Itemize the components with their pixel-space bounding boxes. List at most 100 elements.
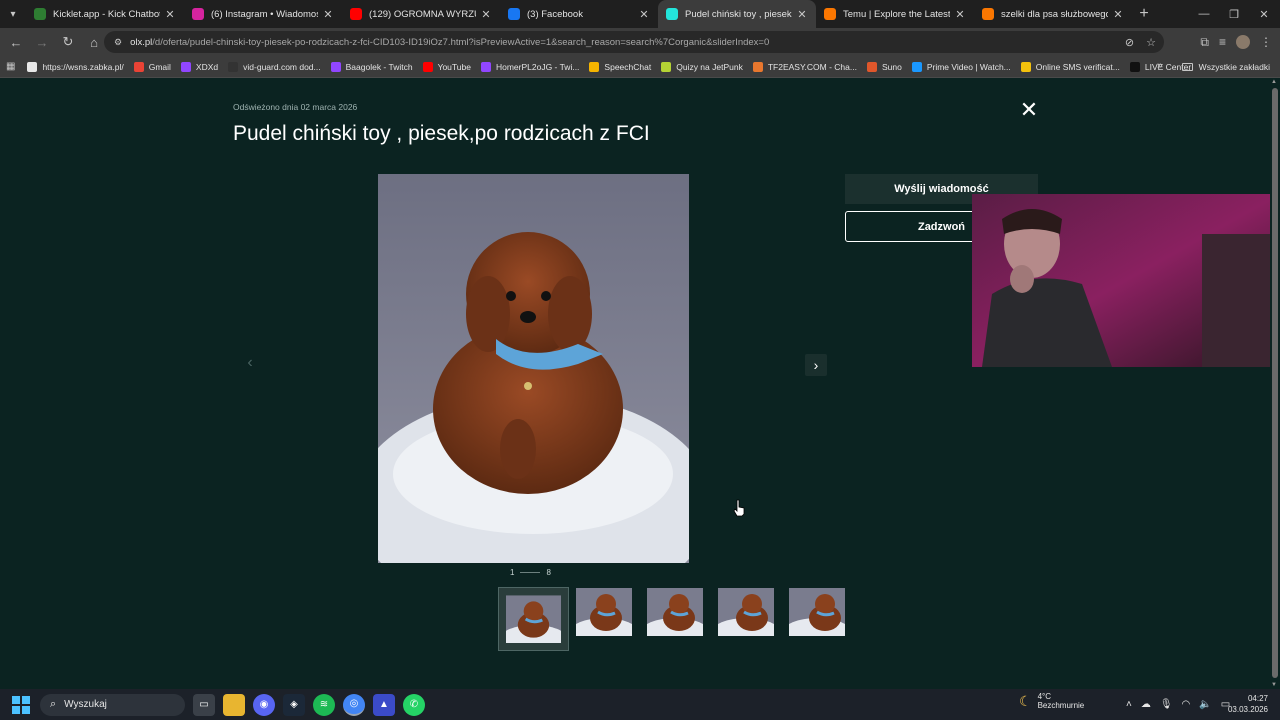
forward-icon[interactable]: → xyxy=(30,30,54,54)
extensions-icon[interactable]: ⧉ xyxy=(1200,35,1209,50)
menu-icon[interactable]: ⋮ xyxy=(1260,35,1272,49)
taskbar-search[interactable]: ⌕ Wyszukaj xyxy=(40,693,185,716)
wifi-icon[interactable]: ◠ xyxy=(1182,699,1191,710)
new-tab-button[interactable]: + xyxy=(1132,5,1156,23)
thumbnail-image xyxy=(718,588,774,636)
volume-icon[interactable]: 🔈 xyxy=(1199,699,1211,710)
thumbnail-image xyxy=(576,588,632,636)
tab-close-icon[interactable]: ✕ xyxy=(1112,8,1124,21)
all-bookmarks-button[interactable]: Wszystkie zakładki xyxy=(1181,56,1270,78)
minimize-button[interactable]: — xyxy=(1188,0,1220,28)
file-explorer-icon[interactable] xyxy=(223,693,245,716)
bookmark-label: Suno xyxy=(881,61,902,72)
bookmark-item[interactable]: XDXd xyxy=(180,61,218,72)
tab-title: (3) Facebook xyxy=(527,8,583,20)
bookmark-favicon-icon xyxy=(661,61,672,72)
search-placeholder: Wyszukaj xyxy=(64,699,107,710)
scroll-thumb[interactable] xyxy=(1272,88,1278,678)
more-bookmarks-icon[interactable]: » xyxy=(1157,60,1163,71)
microphone-icon[interactable]: 🎙 xyxy=(1160,699,1173,710)
address-bar[interactable]: ⚙ olx.pl/d/oferta/pudel-chinski-toy-pies… xyxy=(104,31,1164,53)
onedrive-icon[interactable]: ☁ xyxy=(1141,699,1151,710)
browser-tab[interactable]: Temu | Explore the Latest Cloth ✕ xyxy=(816,0,974,28)
listing-title: Pudel chiński toy , piesek,po rodzicach … xyxy=(233,122,650,145)
chevron-up-icon[interactable]: ˄ xyxy=(1126,699,1132,710)
browser-tab[interactable]: Kicklet.app - Kick Chatbot and ✕ xyxy=(26,0,184,28)
bookmark-item[interactable]: vid-guard.com dod... xyxy=(228,61,321,72)
bookmark-item[interactable]: SpeechChat xyxy=(589,61,652,72)
back-icon[interactable]: ← xyxy=(4,30,28,54)
previous-photo-icon[interactable]: ‹ xyxy=(240,354,260,376)
bookmark-favicon-icon xyxy=(911,61,922,72)
tab-strip: Kicklet.app - Kick Chatbot and ✕ (6) Ins… xyxy=(26,0,1132,28)
tab-title: (6) Instagram • Wiadomości xyxy=(211,8,318,20)
browser-tab[interactable]: (129) OGROMNA WYRZUTNIA ✕ xyxy=(342,0,500,28)
close-gallery-icon[interactable]: ✕ xyxy=(1017,98,1041,122)
profile-avatar[interactable] xyxy=(1236,35,1250,49)
tab-favicon-icon xyxy=(34,8,46,20)
whatsapp-icon[interactable]: ✆ xyxy=(403,693,425,716)
clock[interactable]: 04:27 03.03.2026 xyxy=(1228,693,1268,715)
app-icon[interactable]: ▲ xyxy=(373,693,395,716)
tab-close-icon[interactable]: ✕ xyxy=(164,8,176,21)
discord-icon[interactable]: ◉ xyxy=(253,693,275,716)
time: 04:27 xyxy=(1247,694,1268,703)
start-button[interactable] xyxy=(12,695,30,714)
photo-thumbnail[interactable] xyxy=(576,588,632,636)
tab-close-icon[interactable]: ✕ xyxy=(954,8,966,21)
bookmark-item[interactable]: Suno xyxy=(866,61,902,72)
bookmark-item[interactable]: Online SMS verificat... xyxy=(1020,61,1120,72)
next-photo-icon[interactable]: › xyxy=(805,354,827,376)
browser-tab[interactable]: (6) Instagram • Wiadomości ✕ xyxy=(184,0,342,28)
tracking-icon[interactable]: ⊘ xyxy=(1125,36,1134,49)
close-window-button[interactable]: ✕ xyxy=(1248,0,1280,28)
bookmark-label: YouTube xyxy=(437,61,471,72)
bookmark-item[interactable]: YouTube xyxy=(422,61,471,72)
task-view-icon[interactable]: ▭ xyxy=(193,693,215,716)
main-photo[interactable] xyxy=(378,174,689,563)
chrome-icon[interactable]: ◎ xyxy=(343,693,365,716)
bookmark-item[interactable]: TF2EASY.COM - Cha... xyxy=(752,61,857,72)
bookmark-label: SpeechChat xyxy=(604,61,652,72)
bookmark-item[interactable]: HomerPL2oJG - Twi... xyxy=(480,61,579,72)
restore-button[interactable]: ❐ xyxy=(1218,0,1250,28)
tab-favicon-icon xyxy=(666,8,678,20)
weather-widget[interactable]: ☾ 4°C Bezchmurnie xyxy=(1019,692,1084,710)
reload-icon[interactable]: ↻ xyxy=(56,30,80,54)
photo-total: 8 xyxy=(546,568,551,577)
bookmark-item[interactable]: Prime Video | Watch... xyxy=(911,61,1011,72)
photo-thumbnail[interactable] xyxy=(647,588,703,636)
browser-tab[interactable]: Pudel chiński toy , piesek,po ro ✕ xyxy=(658,0,816,28)
browser-tab[interactable]: (3) Facebook ✕ xyxy=(500,0,658,28)
page-scrollbar[interactable]: ▲ ▼ xyxy=(1270,78,1280,689)
bookmark-item[interactable]: Gmail xyxy=(133,61,171,72)
tab-close-icon[interactable]: ✕ xyxy=(638,8,650,21)
photo-thumbnail[interactable] xyxy=(498,587,569,651)
site-info-icon[interactable]: ⚙ xyxy=(114,37,122,48)
bookmark-item[interactable]: Baagolek - Twitch xyxy=(330,61,413,72)
bookmark-list: https://wsns.zabka.pl/ Gmail XDXd vid-gu… xyxy=(27,61,1201,72)
bookmark-star-icon[interactable]: ☆ xyxy=(1146,36,1156,49)
tab-favicon-icon xyxy=(192,8,204,20)
scroll-down-icon[interactable]: ▼ xyxy=(1271,682,1277,688)
date: 03.03.2026 xyxy=(1227,705,1268,714)
steam-icon[interactable]: ◈ xyxy=(283,693,305,716)
apps-grid-icon[interactable]: ▦ xyxy=(6,61,15,72)
photo-thumbnail[interactable] xyxy=(718,588,774,636)
scroll-up-icon[interactable]: ▲ xyxy=(1271,79,1277,85)
bookmark-label: Online SMS verificat... xyxy=(1035,61,1120,72)
bookmark-item[interactable]: https://wsns.zabka.pl/ xyxy=(27,61,124,72)
tab-search-icon[interactable]: ▾ xyxy=(0,0,26,28)
spotify-icon[interactable]: ≋ xyxy=(313,693,335,716)
tab-close-icon[interactable]: ✕ xyxy=(480,8,492,21)
media-controls-icon[interactable]: ≡ xyxy=(1219,35,1226,49)
bookmark-favicon-icon xyxy=(133,61,144,72)
photo-thumbnail[interactable] xyxy=(789,588,845,636)
tab-close-icon[interactable]: ✕ xyxy=(322,8,334,21)
home-icon[interactable]: ⌂ xyxy=(82,30,106,54)
tab-title: Kicklet.app - Kick Chatbot and xyxy=(53,8,160,20)
tab-close-icon[interactable]: ✕ xyxy=(796,8,808,21)
bookmark-item[interactable]: Quizy na JetPunk xyxy=(661,61,743,72)
tab-title: Temu | Explore the Latest Cloth xyxy=(843,8,950,20)
browser-tab[interactable]: szelki dla psa służbowego odb ✕ xyxy=(974,0,1132,28)
